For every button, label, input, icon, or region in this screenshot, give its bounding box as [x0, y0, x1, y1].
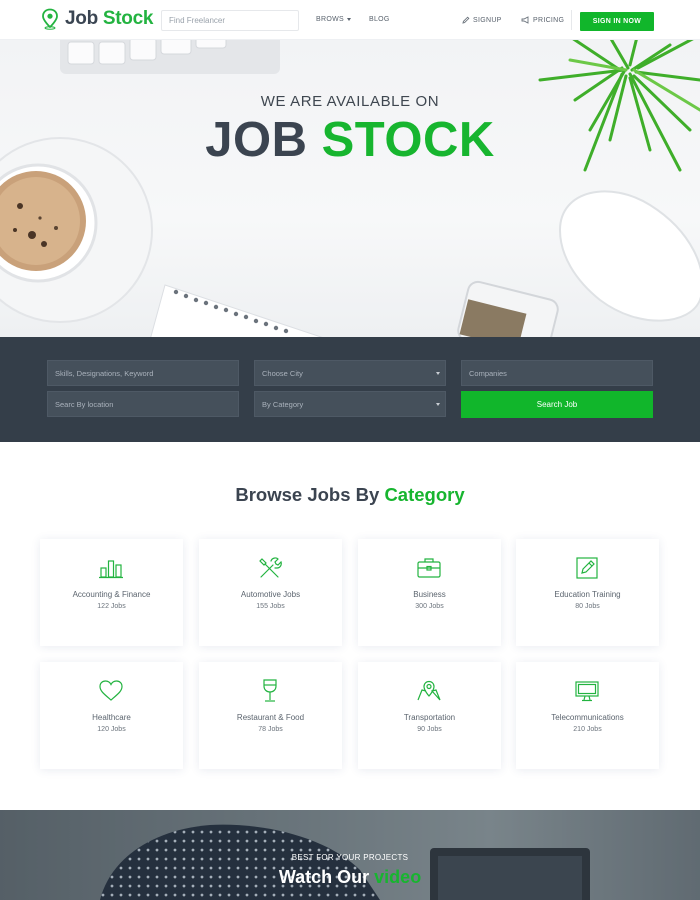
category-count: 90 Jobs: [417, 726, 442, 733]
category-count: 80 Jobs: [575, 603, 600, 610]
city-select-value: Choose City: [262, 368, 303, 378]
category-count: 78 Jobs: [258, 726, 283, 733]
logo[interactable]: Job Stock: [40, 8, 153, 30]
category-card-transportation[interactable]: Transportation 90 Jobs: [358, 662, 501, 769]
logo-text: Job Stock: [65, 8, 153, 30]
job-search-panel: Skills, Designations, Keyword Choose Cit…: [0, 337, 700, 442]
nav-blog-label: BLOG: [369, 16, 390, 23]
category-card-business[interactable]: Business 300 Jobs: [358, 539, 501, 646]
hero-banner: WE ARE AVAILABLE ON JOB STOCK: [0, 40, 700, 337]
video-section: BEST FOR YOUR PROJECTS Watch Our video: [0, 810, 700, 900]
category-select[interactable]: By Category: [254, 391, 446, 417]
video-title-part-2: video: [374, 867, 422, 887]
nav-divider: [571, 10, 572, 30]
category-select-value: By Category: [262, 399, 304, 409]
category-card-telecommunications[interactable]: Telecommunications 210 Jobs: [516, 662, 659, 769]
pencil-square-icon: [576, 557, 598, 579]
nav-brows-dropdown[interactable]: BROWS: [316, 16, 351, 23]
nav-signup-link[interactable]: SIGNUP: [462, 16, 502, 24]
heart-icon: [99, 680, 123, 701]
category-card-restaurant[interactable]: Restaurant & Food 78 Jobs: [199, 662, 342, 769]
find-freelancer-input[interactable]: [161, 10, 299, 31]
category-card-automotive[interactable]: Automotive Jobs 155 Jobs: [199, 539, 342, 646]
companies-input[interactable]: Companies: [461, 360, 653, 386]
logo-word-1: Job: [65, 8, 98, 29]
skills-input[interactable]: Skills, Designations, Keyword: [47, 360, 239, 386]
tools-icon: [259, 557, 282, 578]
map-pin-icon: [417, 680, 441, 701]
monitor-icon: [575, 681, 599, 702]
category-count: 120 Jobs: [97, 726, 126, 733]
skills-placeholder: Skills, Designations, Keyword: [55, 368, 154, 378]
category-name: Education Training: [554, 590, 621, 599]
keyboard-image: [60, 40, 280, 74]
top-navbar: Job Stock BROWS BLOG SIGNUP PRICING SIGN…: [0, 0, 700, 40]
wine-glass-icon: [263, 679, 277, 702]
hero-subtitle: WE ARE AVAILABLE ON: [260, 93, 440, 110]
nav-brows-label: BROWS: [316, 16, 344, 23]
category-name: Business: [413, 590, 446, 599]
mouse-image: [558, 190, 700, 322]
nav-pricing-label: PRICING: [533, 16, 565, 24]
video-title-part-1: Watch Our: [278, 867, 370, 887]
chevron-down-icon: [436, 372, 440, 375]
companies-placeholder: Companies: [469, 368, 507, 378]
city-select[interactable]: Choose City: [254, 360, 446, 386]
phone-image: [457, 280, 559, 337]
category-count: 210 Jobs: [573, 726, 602, 733]
categories-heading-part-2: Category: [384, 484, 465, 505]
categories-heading: Browse Jobs By Category: [0, 484, 700, 506]
briefcase-icon: [417, 558, 441, 578]
logo-pin-icon: [42, 8, 58, 30]
logo-word-2: Stock: [102, 8, 154, 29]
nav-signup-label: SIGNUP: [473, 16, 502, 24]
video-kicker: BEST FOR YOUR PROJECTS: [291, 853, 409, 862]
category-count: 300 Jobs: [415, 603, 444, 610]
category-card-education[interactable]: Education Training 80 Jobs: [516, 539, 659, 646]
location-placeholder: Searc By location: [55, 399, 114, 409]
category-name: Healthcare: [92, 713, 131, 722]
sign-in-button[interactable]: SIGN IN NOW: [580, 12, 654, 31]
hero-desk-photo: [0, 40, 700, 337]
search-job-button[interactable]: Search Job: [461, 391, 653, 418]
bar-chart-icon: [99, 560, 123, 579]
chevron-down-icon: [346, 18, 351, 21]
hero-title-part-1: JOB: [205, 113, 308, 167]
category-name: Transportation: [403, 713, 456, 722]
location-input[interactable]: Searc By location: [47, 391, 239, 417]
category-card-healthcare[interactable]: Healthcare 120 Jobs: [40, 662, 183, 769]
category-count: 155 Jobs: [256, 603, 285, 610]
hero-title: JOB STOCK: [0, 112, 700, 168]
category-name: Automotive Jobs: [240, 590, 301, 599]
category-name: Restaurant & Food: [236, 713, 305, 722]
notebook-image: [150, 284, 323, 337]
hero-title-part-2: STOCK: [321, 113, 495, 167]
pencil-icon: [462, 16, 470, 24]
category-name: Accounting & Finance: [72, 590, 151, 599]
category-card-accounting[interactable]: Accounting & Finance 122 Jobs: [40, 539, 183, 646]
video-title: Watch Our video: [0, 867, 700, 888]
categories-heading-part-1: Browse Jobs By: [235, 484, 380, 505]
nav-pricing-link[interactable]: PRICING: [521, 16, 564, 24]
megaphone-icon: [521, 16, 529, 24]
nav-blog-link[interactable]: BLOG: [369, 16, 390, 23]
chevron-down-icon: [436, 403, 440, 406]
category-name: Telecommunications: [551, 713, 624, 722]
category-count: 122 Jobs: [97, 603, 126, 610]
